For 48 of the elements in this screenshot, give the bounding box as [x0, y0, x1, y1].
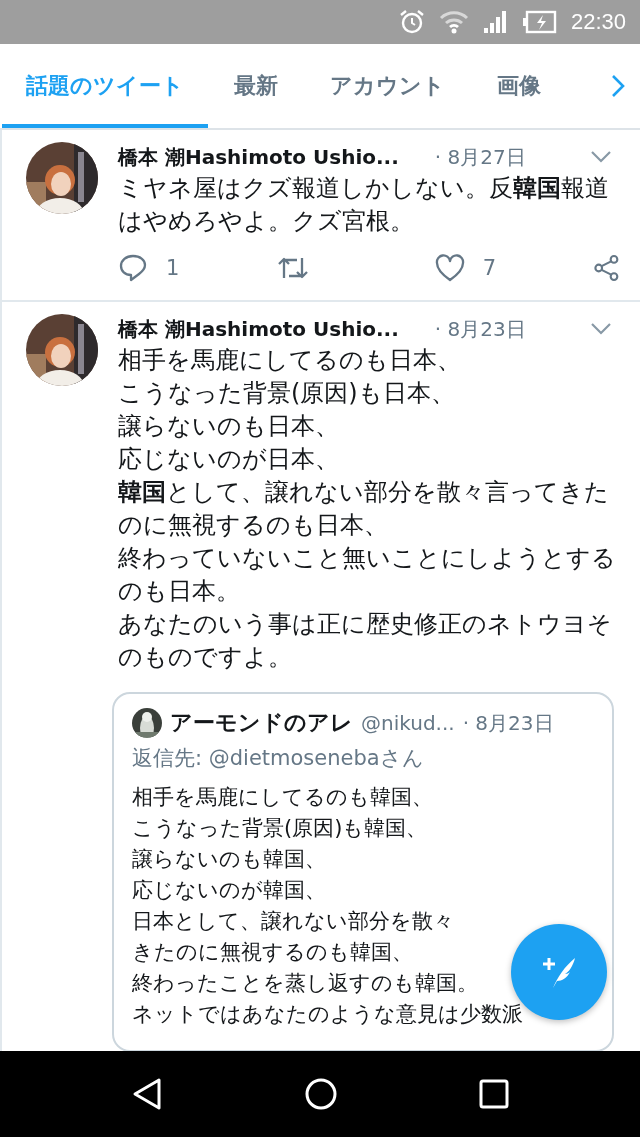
- tweet-text-line: こうなった背景(原因)も日本、: [118, 378, 455, 409]
- tweet-text-line: ミヤネ屋はクズ報道しかしない。反韓国報道: [118, 173, 609, 204]
- chevron-right-icon[interactable]: [610, 73, 626, 99]
- quoted-text-line: 相手を馬鹿にしてるのも韓国、: [132, 784, 433, 811]
- author-handle: @nikud...: [361, 711, 455, 735]
- heart-icon[interactable]: [434, 254, 465, 282]
- chevron-down-icon[interactable]: [590, 322, 612, 336]
- clock-time: 22:30: [570, 9, 626, 35]
- reply-to-label: 返信先: @dietmosenebaさん: [132, 745, 425, 772]
- tweet-text-line: のに無視するのも日本、: [118, 510, 388, 541]
- quoted-text-line: 日本として、譲れない部分を散々: [132, 908, 454, 935]
- battery-icon: [522, 10, 557, 34]
- back-icon[interactable]: [131, 1077, 163, 1111]
- tweet-text-line: のも日本。: [118, 576, 240, 607]
- tweet-text-line: 応じないのが日本、: [118, 444, 339, 475]
- quoted-text-line: 応じないのが韓国、: [132, 877, 326, 904]
- like-count: 7: [482, 256, 497, 280]
- tweet-date: · 8月23日: [462, 709, 554, 737]
- tweet-date: · 8月23日: [434, 315, 526, 343]
- quoted-text-line: 終わったことを蒸し返すのも韓国。: [132, 970, 478, 997]
- tweet-date: · 8月27日: [434, 143, 526, 171]
- share-icon[interactable]: [593, 254, 620, 282]
- tweet-text-line: 譲らないのも日本、: [118, 411, 339, 442]
- recents-icon[interactable]: [479, 1079, 509, 1109]
- home-icon[interactable]: [305, 1078, 337, 1110]
- tab[interactable]: 話題のツイート: [2, 44, 208, 128]
- author-name: アーモンドのアレ: [170, 709, 353, 737]
- tweet-text-line: のものですよ。: [118, 642, 292, 673]
- author-name: 橋本 潮Hashimoto Ushio...: [118, 315, 399, 343]
- quoted-text-line: 譲らないのも韓国、: [132, 846, 326, 873]
- signal-icon: [482, 10, 509, 34]
- tab[interactable]: アカウント: [304, 44, 471, 128]
- tweet-text-line: はやめろやよ。クズ宮根。: [118, 206, 414, 237]
- chevron-down-icon[interactable]: [590, 150, 612, 164]
- quoted-text-line: こうなった背景(原因)も韓国、: [132, 815, 428, 842]
- quoted-text-line: ネットではあなたのような意見は少数派: [132, 1001, 523, 1028]
- tweet-text-line: 相手を馬鹿にしてるのも日本、: [118, 345, 461, 376]
- quoted-text-line: きたのに無視するのも韓国、: [132, 939, 413, 966]
- tweet-text-line: あなたのいう事は正に歴史修正のネトウヨそ: [118, 609, 612, 640]
- tweet-text-line: 韓国として、譲れない部分を散々言ってきた: [118, 477, 609, 508]
- tab[interactable]: 最新: [208, 44, 304, 128]
- reply-icon[interactable]: [118, 253, 148, 283]
- alarm-icon: [398, 9, 425, 35]
- tab[interactable]: 画像: [471, 44, 567, 128]
- reply-count: 1: [166, 256, 180, 280]
- tweet-text-line: 終わっていないこと無いことにしようとする: [118, 543, 616, 574]
- author-name: 橋本 潮Hashimoto Ushio...: [118, 143, 399, 171]
- wifi-icon: [438, 10, 469, 34]
